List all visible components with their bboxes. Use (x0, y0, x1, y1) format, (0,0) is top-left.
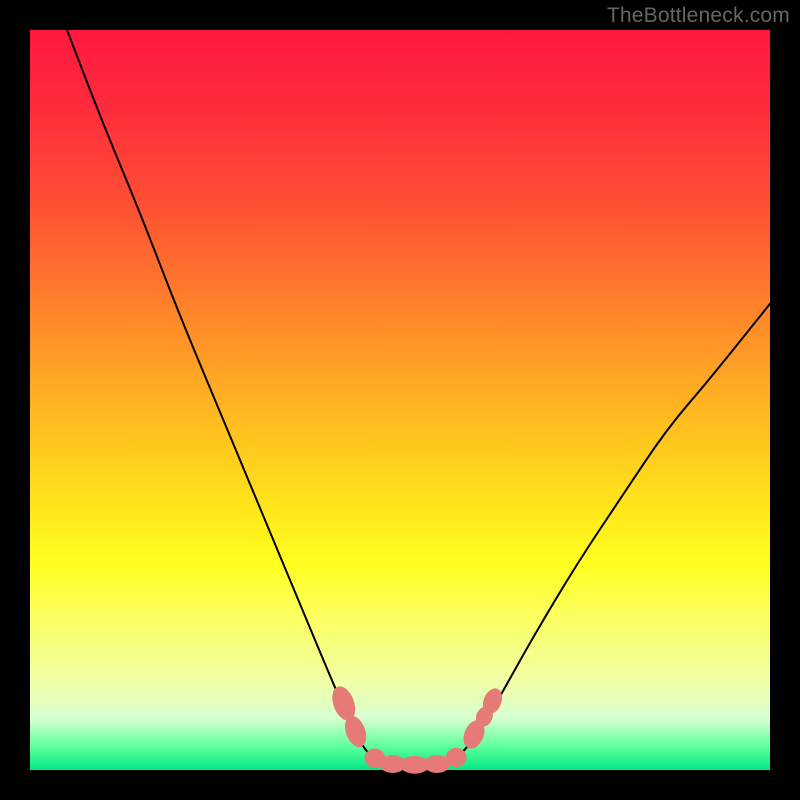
chart-frame: TheBottleneck.com (0, 0, 800, 800)
plot-area (30, 30, 770, 770)
valley-marker (446, 748, 467, 767)
watermark-text: TheBottleneck.com (607, 4, 790, 28)
series-left-curve (67, 30, 378, 763)
marker-group (328, 683, 506, 774)
curve-group (67, 30, 770, 766)
chart-svg (30, 30, 770, 770)
